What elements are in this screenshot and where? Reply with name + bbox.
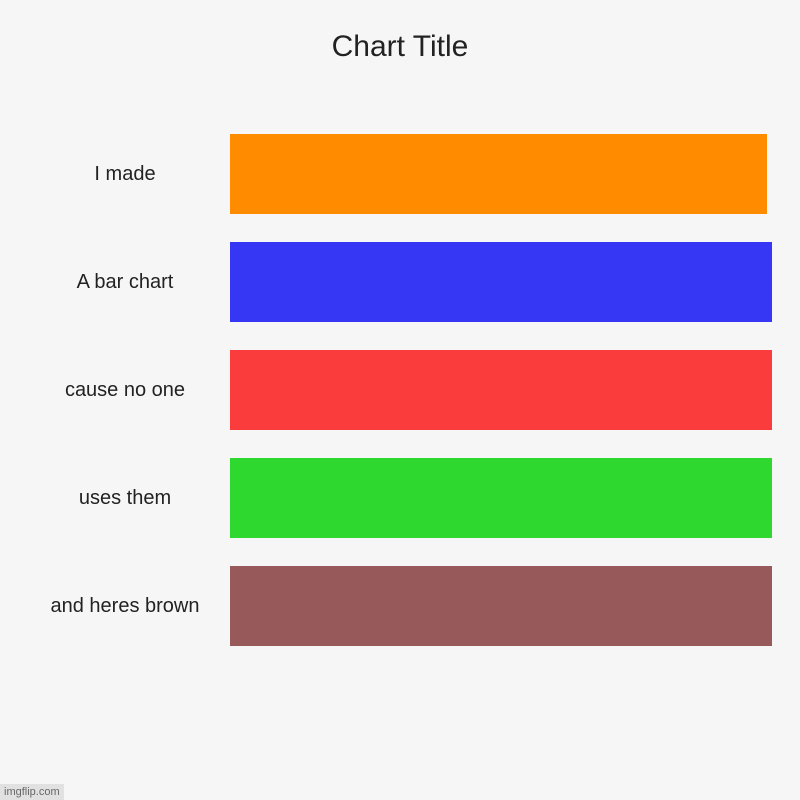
bar-track [230,458,772,538]
bar-row: A bar chart [30,242,772,322]
bar [230,350,772,430]
bar [230,566,772,646]
bar-row: uses them [30,458,772,538]
chart-container: Chart Title I made A bar chart cause no … [0,0,800,800]
bar [230,242,772,322]
bars-area: I made A bar chart cause no one uses the… [0,134,800,646]
bar-track [230,350,772,430]
bar-row: I made [30,134,772,214]
bar-label: uses them [30,487,230,510]
bar-row: and heres brown [30,566,772,646]
watermark: imgflip.com [0,784,64,800]
bar-label: cause no one [30,379,230,402]
chart-title: Chart Title [0,30,800,64]
bar-row: cause no one [30,350,772,430]
bar-track [230,566,772,646]
bar-track [230,134,772,214]
bar-track [230,242,772,322]
bar-label: A bar chart [30,271,230,294]
bar-label: I made [30,163,230,186]
bar [230,134,767,214]
bar [230,458,772,538]
bar-label: and heres brown [30,595,230,618]
